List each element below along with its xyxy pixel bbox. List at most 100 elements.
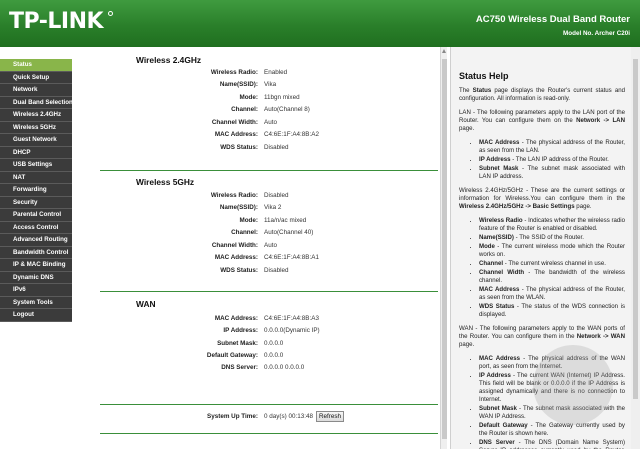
w5-channel-row: Channel: Auto(Channel 40) — [160, 229, 430, 241]
help-item: Channel Width - The bandwidth of the wir… — [479, 269, 625, 285]
section-divider — [100, 433, 438, 434]
row-value: Disabled — [264, 267, 289, 274]
uptime-label: System Up Time: — [207, 413, 258, 420]
menu-item-forwarding[interactable]: Forwarding — [0, 184, 72, 197]
row-label: Mode: — [239, 217, 258, 224]
row-label: MAC Address: — [214, 254, 258, 261]
refresh-button[interactable]: Refresh — [316, 411, 344, 422]
w5-mode-row: Mode: 11a/n/ac mixed — [160, 217, 430, 229]
row-value: Auto(Channel 40) — [264, 229, 314, 236]
registered-mark-icon — [108, 11, 113, 16]
help-scrollbar[interactable] — [631, 47, 640, 449]
model-number: Model No. Archer C20i — [563, 30, 630, 37]
wan-ip-row: IP Address: 0.0.0.0(Dynamic IP) — [160, 327, 430, 339]
menu-item-dual-band-selection[interactable]: Dual Band Selection — [0, 96, 73, 109]
w5-radio-row: Wireless Radio: Disabled — [160, 192, 430, 204]
product-name: AC750 Wireless Dual Band Router — [475, 14, 630, 25]
row-label: IP Address: — [223, 327, 258, 334]
menu-item-usb-settings[interactable]: USB Settings — [0, 159, 72, 172]
menu-item-dynamic-dns[interactable]: Dynamic DNS — [0, 271, 72, 284]
menu-item-dhcp[interactable]: DHCP — [0, 146, 72, 159]
help-item: DNS Server - The DNS (Domain Name System… — [479, 439, 625, 449]
row-label: Subnet Mask: — [217, 340, 258, 347]
row-value: 11a/n/ac mixed — [264, 217, 307, 224]
help-item: Subnet Mask - The subnet mask associated… — [479, 165, 625, 181]
row-value: C4:6E:1F:A4:8B:A3 — [264, 315, 319, 322]
tp-link-logo: TP-LINK — [9, 9, 104, 34]
help-item: MAC Address - The physical address of th… — [479, 139, 625, 155]
menu-item-logout[interactable]: Logout — [0, 309, 72, 322]
menu-item-guest-network[interactable]: Guest Network — [0, 134, 72, 147]
w24-mode-row: Mode: 11bgn mixed — [160, 94, 430, 106]
scrollbar-thumb[interactable] — [633, 59, 638, 399]
w5-wds-row: WDS Status: Disabled — [160, 267, 430, 279]
row-value: Auto — [264, 242, 277, 249]
help-item: Wireless Radio - Indicates whether the w… — [479, 217, 625, 233]
menu-item-quick-setup[interactable]: Quick Setup — [0, 71, 72, 84]
help-item: IP Address - The LAN IP address of the R… — [479, 156, 625, 164]
menu-item-network[interactable]: Network — [0, 84, 72, 97]
menu-item-security[interactable]: Security — [0, 196, 72, 209]
w5-mac-row: MAC Address: C4:6E:1F:A4:8B:A1 — [160, 254, 430, 266]
help-lan-list: MAC Address - The physical address of th… — [479, 139, 625, 181]
row-label: Name(SSID): — [219, 81, 258, 88]
menu-item-wireless-5ghz[interactable]: Wireless 5GHz — [0, 121, 72, 134]
help-wireless-list: Wireless Radio - Indicates whether the w… — [479, 217, 625, 319]
section-divider — [100, 291, 438, 292]
wireless-24ghz-title: Wireless 2.4GHz — [136, 55, 202, 65]
row-label: DNS Server: — [221, 364, 258, 371]
header-banner: TP-LINK AC750 Wireless Dual Band Router … — [0, 0, 640, 47]
section-divider — [100, 170, 438, 171]
menu-item-system-tools[interactable]: System Tools — [0, 296, 72, 309]
menu-item-ipv6[interactable]: IPv6 — [0, 284, 72, 297]
menu-item-ip-mac-binding[interactable]: IP & MAC Binding — [0, 259, 72, 272]
row-label: Wireless Radio: — [210, 69, 258, 76]
row-label: Channel: — [231, 229, 258, 236]
uptime-value: 0 day(s) 00:13:48 — [264, 413, 314, 420]
row-label: Name(SSID): — [219, 204, 258, 211]
w5-width-row: Channel Width: Auto — [160, 242, 430, 254]
scrollbar-thumb[interactable] — [442, 59, 447, 439]
row-label: MAC Address: — [214, 315, 258, 322]
row-value: 11bgn mixed — [264, 94, 300, 101]
menu-item-bandwidth-control[interactable]: Bandwidth Control — [0, 246, 72, 259]
help-lan: LAN - The following parameters apply to … — [459, 109, 625, 132]
row-value: C4:6E:1F:A4:8B:A1 — [264, 254, 319, 261]
menu-item-parental-control[interactable]: Parental Control — [0, 209, 72, 222]
main-scrollbar[interactable] — [440, 47, 447, 449]
help-item: Name(SSID) - The SSID of the Router. — [479, 234, 625, 242]
row-value: 0.0.0.0 0.0.0.0 — [264, 364, 305, 371]
menu-item-wireless-24ghz[interactable]: Wireless 2.4GHz — [0, 109, 72, 122]
uptime-row: System Up Time: 0 day(s) 00:13:48 — [160, 413, 430, 425]
row-label: Wireless Radio: — [210, 192, 258, 199]
w24-mac-row: MAC Address: C4:6E:1F:A4:8B:A2 — [160, 131, 430, 143]
wan-dns-row: DNS Server: 0.0.0.0 0.0.0.0 — [160, 364, 430, 376]
row-value: Auto(Channel 8) — [264, 106, 310, 113]
row-label: Mode: — [239, 94, 258, 101]
wan-subnet-row: Subnet Mask: 0.0.0.0 — [160, 340, 430, 352]
row-label: Channel Width: — [211, 242, 258, 249]
row-label: MAC Address: — [214, 131, 258, 138]
w24-radio-row: Wireless Radio: Enabled — [160, 69, 430, 81]
help-item: Channel - The current wireless channel i… — [479, 260, 625, 268]
row-value: Vika 2 — [264, 204, 282, 211]
help-item: Mode - The current wireless mode which t… — [479, 243, 625, 259]
row-value: Auto — [264, 119, 277, 126]
row-value: C4:6E:1F:A4:8B:A2 — [264, 131, 319, 138]
section-divider — [100, 404, 438, 405]
w24-channel-row: Channel: Auto(Channel 8) — [160, 106, 430, 118]
w24-width-row: Channel Width: Auto — [160, 119, 430, 131]
status-content: Wireless 2.4GHz Wireless Radio: Enabled … — [100, 47, 438, 449]
menu-item-status[interactable]: Status — [0, 59, 72, 72]
wireless-5ghz-title: Wireless 5GHz — [136, 177, 195, 187]
row-label: WDS Status: — [220, 144, 258, 151]
cursor-highlight — [533, 345, 613, 425]
scroll-up-icon[interactable] — [442, 49, 446, 53]
wan-mac-row: MAC Address: C4:6E:1F:A4:8B:A3 — [160, 315, 430, 327]
help-item: WDS Status - The status of the WDS conne… — [479, 303, 625, 319]
menu-item-advanced-routing[interactable]: Advanced Routing — [0, 234, 72, 247]
menu-item-access-control[interactable]: Access Control — [0, 221, 72, 234]
menu-item-nat[interactable]: NAT — [0, 171, 72, 184]
row-value: Enabled — [264, 69, 288, 76]
help-wireless: Wireless 2.4GHz/5GHz - These are the cur… — [459, 187, 625, 210]
